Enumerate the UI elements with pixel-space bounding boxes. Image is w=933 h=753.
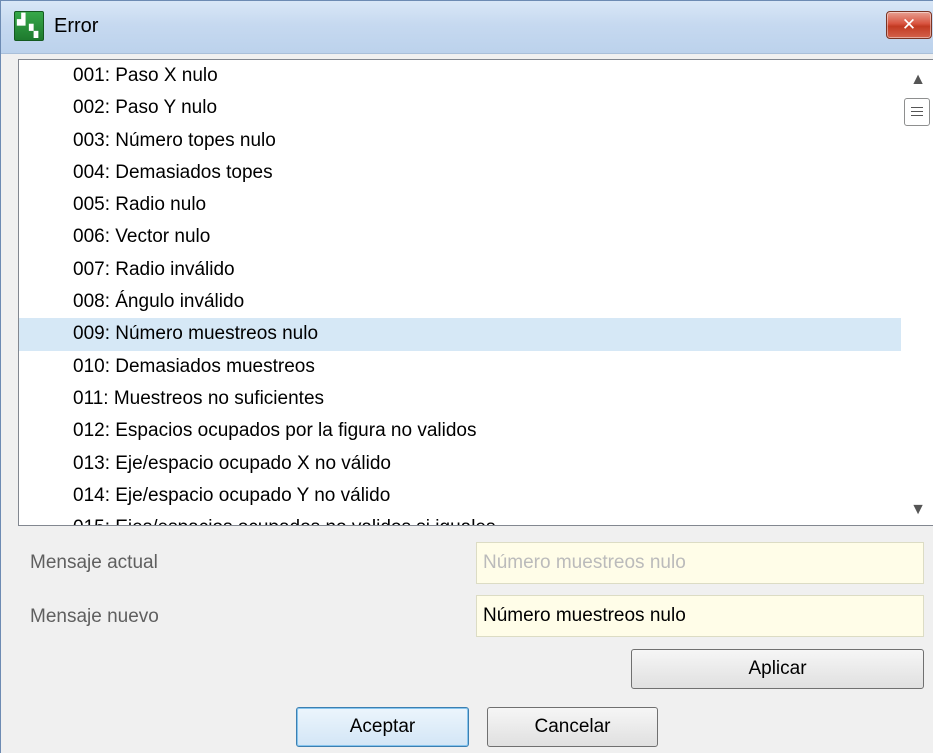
title-bar: ▟ ▚ Error ✕ (1, 1, 933, 54)
apply-button[interactable]: Aplicar (631, 649, 924, 689)
scroll-down-arrow-icon[interactable]: ▼ (901, 500, 933, 520)
error-message-list[interactable]: 001: Paso X nulo 002: Paso Y nulo 003: Núm… (18, 59, 933, 526)
list-item[interactable]: 015: Ejes/espacios ocupados no validos s… (19, 512, 901, 525)
vertical-scrollbar[interactable]: ▲ ▼ (901, 60, 933, 525)
app-logo-icon: ▟ ▚ (14, 11, 44, 41)
list-item[interactable]: 010: Demasiados muestreos (19, 351, 901, 383)
list-item[interactable]: 007: Radio inválido (19, 254, 901, 286)
new-message-field[interactable] (476, 595, 924, 637)
list-item[interactable]: 002: Paso Y nulo (19, 92, 901, 124)
list-item[interactable]: 001: Paso X nulo (19, 60, 901, 92)
list-item[interactable]: 014: Eje/espacio ocupado Y no válido (19, 480, 901, 512)
new-message-label: Mensaje nuevo (30, 606, 159, 627)
current-message-label: Mensaje actual (30, 552, 158, 573)
list-item[interactable]: 012: Espacios ocupados por la figura no … (19, 415, 901, 447)
close-icon: ✕ (901, 15, 917, 34)
list-item[interactable]: 003: Número topes nulo (19, 125, 901, 157)
list-item[interactable]: 006: Vector nulo (19, 221, 901, 253)
list-item[interactable]: 004: Demasiados topes (19, 157, 901, 189)
list-item[interactable]: 008: Ángulo inválido (19, 286, 901, 318)
cancel-button[interactable]: Cancelar (487, 707, 658, 747)
list-item[interactable]: 013: Eje/espacio ocupado X no válido (19, 448, 901, 480)
error-dialog: ▟ ▚ Error ✕ 001: Paso X nulo 002: Paso Y n… (0, 0, 933, 753)
list-item[interactable]: 011: Muestreos no suficientes (19, 383, 901, 415)
close-button[interactable]: ✕ (886, 11, 932, 39)
scroll-up-arrow-icon[interactable]: ▲ (901, 70, 933, 90)
list-item[interactable]: 005: Radio nulo (19, 189, 901, 221)
list-item[interactable]: 009: Número muestreos nulo (19, 318, 901, 351)
list-items: 001: Paso X nulo 002: Paso Y nulo 003: Núm… (19, 60, 901, 525)
scroll-thumb[interactable] (904, 98, 930, 126)
current-message-field (476, 542, 924, 584)
window-title: Error (54, 15, 99, 37)
ok-button[interactable]: Aceptar (296, 707, 469, 747)
